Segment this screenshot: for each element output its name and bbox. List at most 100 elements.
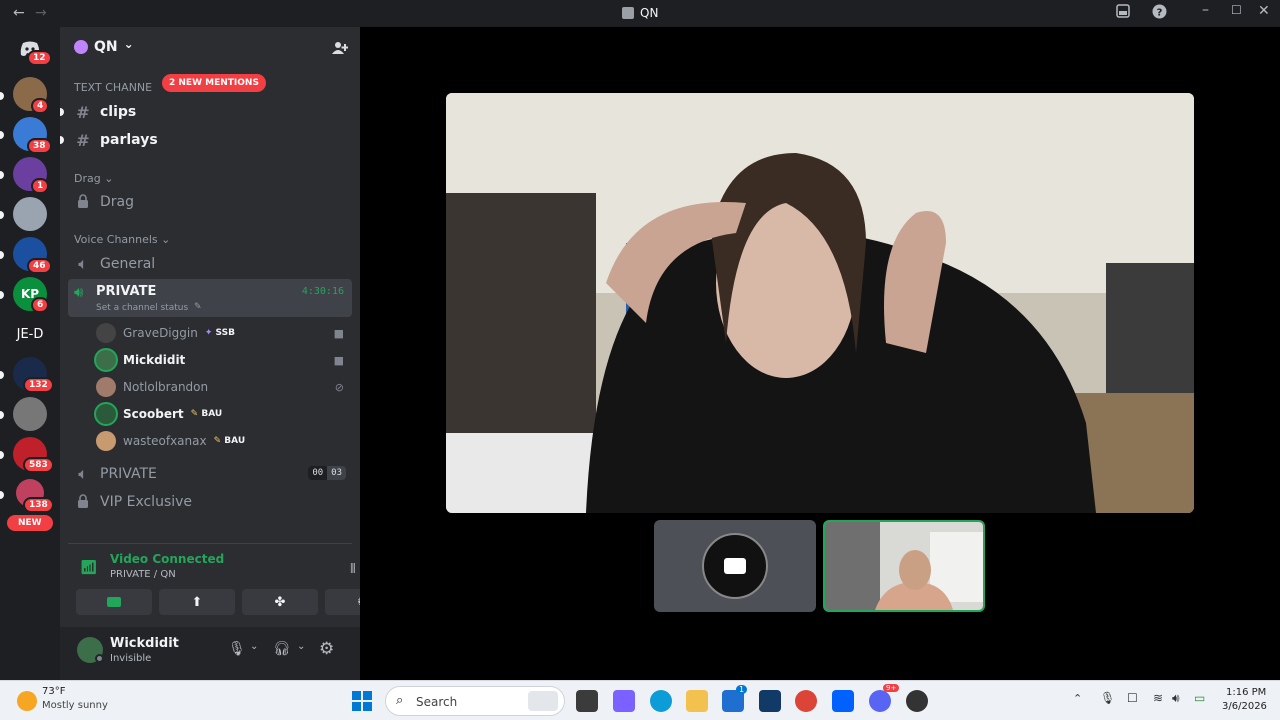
tag-label: SSB	[215, 328, 235, 338]
voice-connection-panel: 📶︎ Video Connected PRIVATE / QN ⦀ ☎︎ ⬆︎ …	[68, 543, 401, 623]
mentions-badge[interactable]: 2 NEW MENTIONS	[162, 74, 266, 92]
connection-location[interactable]: PRIVATE / QN	[110, 569, 176, 580]
category-text-channels[interactable]: TEXT CHANNE	[74, 81, 152, 94]
minimize-icon[interactable]: –	[1202, 2, 1209, 18]
invite-icon[interactable]	[332, 40, 349, 59]
battery-icon[interactable]: ▭	[1194, 691, 1205, 705]
video-tile-speaking[interactable]	[823, 520, 985, 612]
channel-status[interactable]: Set a channel status	[96, 303, 188, 313]
user-tag: ✎ BAU	[214, 436, 246, 446]
app-icon[interactable]	[759, 690, 781, 712]
chevron-down-icon[interactable]: ⌄	[297, 641, 305, 652]
channel-label: clips	[100, 104, 137, 120]
voice-user[interactable]: wasteofxanax ✎ BAU	[96, 429, 352, 453]
clock-date[interactable]: 3/6/2026	[1222, 701, 1267, 712]
video-icon: ■	[333, 353, 344, 367]
obs-icon[interactable]	[906, 690, 928, 712]
clock-time[interactable]: 1:16 PM	[1226, 687, 1266, 698]
channel-sidebar: QN ⌄ TEXT CHANNE 2 NEW MENTIONS # clips …	[60, 27, 401, 680]
task-view-icon[interactable]	[576, 690, 598, 712]
voice-channel-private-active[interactable]: 🔊︎ PRIVATE 4:30:16 Set a channel status …	[68, 279, 352, 317]
channel-vip-exclusive[interactable]: VIP Exclusive	[68, 489, 352, 515]
guild-badge: 1	[31, 178, 50, 194]
taskbar-search[interactable]: ⌕ Search	[385, 686, 565, 716]
weather-sun-icon[interactable]	[17, 691, 37, 711]
activities-button[interactable]: ✤	[242, 589, 318, 615]
file-explorer-icon[interactable]	[686, 690, 708, 712]
voice-channel-general[interactable]: 🔈︎ General	[68, 251, 352, 277]
chevron-up-icon[interactable]: ⌃	[1073, 692, 1082, 705]
voice-user-name: Scoobert	[123, 407, 184, 421]
avatar	[96, 404, 116, 424]
gear-icon[interactable]: ⚙︎	[319, 639, 334, 659]
category-drag[interactable]: Drag ⌄	[74, 172, 113, 185]
discord-icon[interactable]	[869, 690, 891, 712]
dropbox-icon[interactable]	[832, 690, 854, 712]
username[interactable]: Wickdidit	[110, 636, 179, 651]
weather-temp: 73°F	[42, 686, 66, 697]
noise-suppression-icon[interactable]: ⦀	[350, 562, 356, 577]
windows-start-icon[interactable]	[352, 691, 372, 715]
window-title: QN	[622, 6, 658, 20]
home-badge: 12	[27, 50, 52, 66]
camera-button[interactable]	[76, 589, 152, 615]
headphones-icon[interactable]: 🎧︎	[273, 641, 291, 657]
new-pill[interactable]: NEW	[7, 515, 53, 531]
voice-user-name: Notlolbrandon	[123, 380, 209, 394]
chevron-down-icon: ⌄	[123, 37, 134, 51]
channel-clips[interactable]: # clips	[68, 99, 352, 125]
voice-user[interactable]: GraveDiggin ✦ SSB ■	[96, 321, 352, 345]
maximize-icon[interactable]: ☐	[1231, 3, 1242, 17]
mic-icon[interactable]: 🎙︎	[1100, 691, 1115, 705]
wifi-icon[interactable]: ≋	[1153, 691, 1163, 705]
channel-drag[interactable]: Drag	[68, 189, 352, 215]
voice-user[interactable]: Scoobert ✎ BAU	[96, 402, 352, 426]
guild-badge: 132	[23, 377, 54, 393]
forward-button[interactable]: →	[35, 5, 47, 21]
guild-9-icon[interactable]	[13, 397, 47, 431]
unread-pip	[60, 136, 64, 144]
close-icon[interactable]: ✕	[1258, 3, 1270, 19]
edit-icon[interactable]: ✎	[194, 302, 202, 312]
mic-muted-icon: ⊘	[334, 380, 344, 394]
speaker-icon: 🔈︎	[78, 254, 88, 273]
server-name: QN	[94, 39, 118, 55]
channel-parlays[interactable]: # parlays	[68, 127, 352, 153]
chrome-icon[interactable]	[795, 690, 817, 712]
category-voice-channels[interactable]: Voice Channels ⌄	[74, 233, 170, 246]
video-frame	[446, 93, 1194, 513]
copilot-icon[interactable]	[613, 690, 635, 712]
server-header[interactable]: QN ⌄	[60, 27, 360, 67]
video-tile-camera-off[interactable]	[654, 520, 816, 612]
tray-icon[interactable]: ☐	[1127, 691, 1138, 705]
tag-icon: ✎	[213, 436, 222, 446]
unread-pip	[0, 451, 4, 459]
svg-text:?: ?	[1157, 8, 1163, 19]
hashtag-icon: #	[76, 130, 90, 150]
screen-share-button[interactable]: ⬆︎	[159, 589, 235, 615]
voice-channel-private[interactable]: 🔈︎ PRIVATE 00 03	[68, 461, 352, 487]
inbox-icon[interactable]	[1116, 4, 1130, 22]
guild-4-icon[interactable]	[13, 197, 47, 231]
mic-icon[interactable]: 🎙︎	[228, 641, 246, 657]
video-frame	[825, 522, 983, 610]
lock-icon	[74, 193, 92, 212]
guild-7-icon[interactable]: JE-D	[13, 317, 47, 351]
back-button[interactable]: ←	[13, 5, 25, 21]
video-tile-main[interactable]	[446, 93, 1194, 513]
connection-status: Video Connected	[110, 552, 225, 566]
volume-icon[interactable]: 🔊︎	[1172, 691, 1180, 706]
connection-signal-icon[interactable]: 📶︎	[80, 560, 98, 576]
guild-badge: 138	[23, 497, 54, 513]
chevron-down-icon[interactable]: ⌄	[250, 641, 258, 652]
voice-user[interactable]: Mickdidit ■	[96, 348, 352, 372]
user-limit-count: 03	[327, 466, 346, 480]
user-panel: Wickdidit Invisible 🎙︎ ⌄ 🎧︎ ⌄ ⚙︎	[60, 627, 360, 680]
screen-share-icon: ⬆︎	[191, 594, 203, 610]
voice-user[interactable]: Notlolbrandon ⊘	[96, 375, 352, 399]
edge-icon[interactable]	[650, 690, 672, 712]
category-label: Drag	[74, 172, 101, 185]
help-icon[interactable]: ?	[1152, 4, 1167, 23]
lock-icon	[74, 493, 92, 512]
camera-icon	[107, 597, 121, 607]
